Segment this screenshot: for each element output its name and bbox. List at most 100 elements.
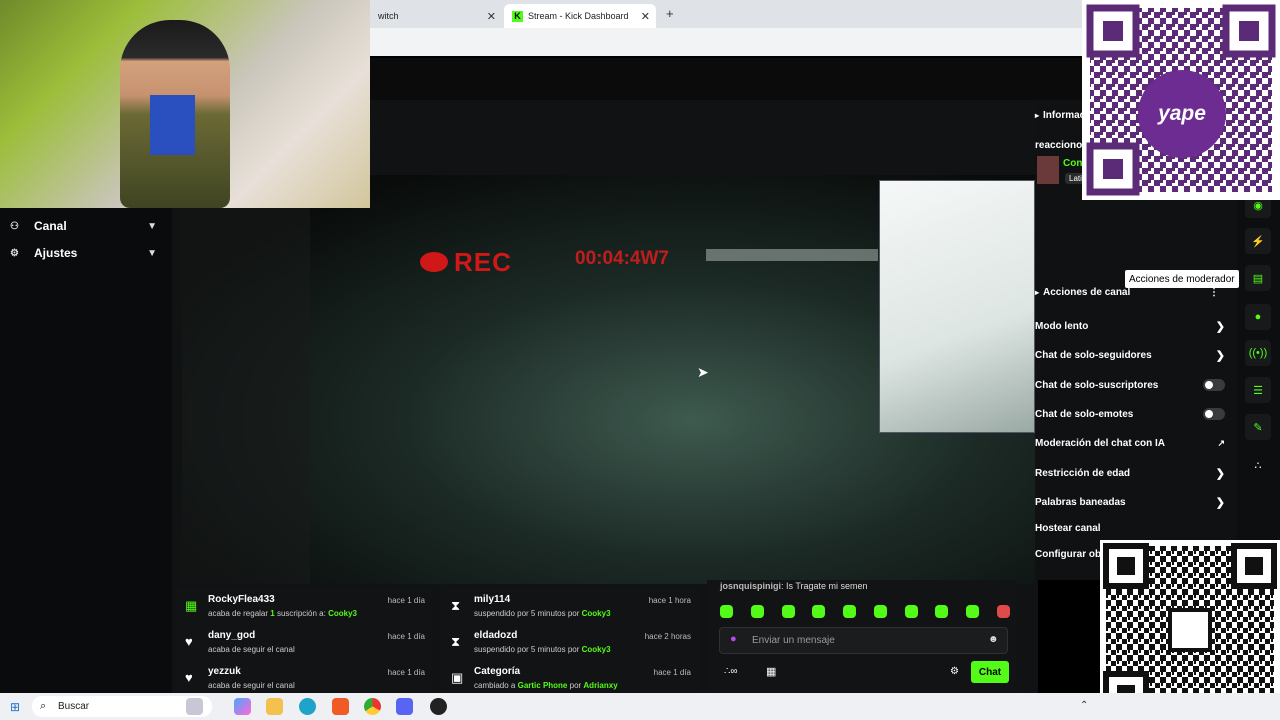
feed-item[interactable]: ♥ dany_god hace 1 día acaba de seguir el… bbox=[175, 628, 433, 662]
video-window-light bbox=[879, 180, 1035, 433]
chat-send-button[interactable]: Chat bbox=[971, 661, 1009, 683]
gift-icon[interactable]: ▦ bbox=[766, 665, 776, 678]
emote-icon[interactable] bbox=[996, 605, 1010, 618]
obs-icon[interactable] bbox=[430, 698, 447, 715]
chevron-right-icon: ❯ bbox=[1215, 496, 1225, 509]
plus-icon[interactable]: + bbox=[666, 6, 674, 21]
category-text: Con bbox=[1063, 157, 1083, 169]
browser-tabstrip: witch ✕ K Stream - Kick Dashboard ✕ + bbox=[370, 0, 1082, 28]
action-followers-only[interactable]: Chat de solo-seguidores ❯ bbox=[1035, 348, 1235, 362]
gear-icon: ⚙ bbox=[10, 247, 19, 259]
close-tab-icon[interactable]: ✕ bbox=[641, 10, 650, 23]
category-thumbnail bbox=[1037, 156, 1059, 184]
feed-user: yezzuk bbox=[208, 666, 241, 677]
feed-text: suspendido por 5 minutos por Cooky3 bbox=[474, 609, 611, 618]
action-age-restriction[interactable]: Restricción de edad ❯ bbox=[1035, 466, 1235, 480]
action-label: Chat de solo-seguidores bbox=[1035, 349, 1152, 361]
emote-icon[interactable] bbox=[812, 605, 826, 618]
edge-icon[interactable] bbox=[299, 698, 316, 715]
feed-user: dany_god bbox=[208, 630, 256, 641]
pin-icon: ▸ bbox=[1035, 110, 1040, 120]
tray-chevron-icon[interactable]: ⌃ bbox=[1080, 700, 1088, 711]
yape-logo: yape bbox=[1138, 70, 1226, 158]
feed-text: acaba de seguir el canal bbox=[208, 645, 295, 654]
emote-icon[interactable] bbox=[873, 605, 887, 618]
nav-item-canal[interactable]: ⚇ Canal ▼ bbox=[10, 214, 165, 238]
emote-icon[interactable] bbox=[781, 605, 795, 618]
feed-user: eldadozd bbox=[474, 630, 518, 641]
feed-text: acaba de seguir el canal bbox=[208, 681, 295, 690]
feed-item[interactable]: ⧗ mily114 hace 1 hora suspendido por 5 m… bbox=[441, 592, 699, 626]
lightning-icon[interactable]: ⚡ bbox=[1245, 228, 1271, 254]
chrome-icon[interactable] bbox=[364, 698, 381, 715]
taskbar-app-icon[interactable] bbox=[186, 698, 203, 715]
gift-icon: ▦ bbox=[185, 598, 198, 613]
emote-icon[interactable] bbox=[935, 605, 949, 618]
action-label: Palabras baneadas bbox=[1035, 496, 1126, 508]
chat-username[interactable]: josnquispinigi bbox=[720, 581, 781, 591]
address-bar[interactable] bbox=[370, 28, 1082, 56]
chevron-right-icon: ❯ bbox=[1215, 467, 1225, 480]
chevron-right-icon: ❯ bbox=[1215, 349, 1225, 362]
brave-icon[interactable] bbox=[332, 698, 349, 715]
wrench-icon[interactable]: ✎ bbox=[1245, 414, 1271, 440]
action-slow-mode[interactable]: Modo lento ❯ bbox=[1035, 319, 1235, 333]
feed-time: hace 1 día bbox=[387, 668, 425, 677]
layout-icon[interactable]: ☰ bbox=[1245, 377, 1271, 403]
feed-time: hace 1 día bbox=[387, 632, 425, 641]
action-emotes-only: Chat de solo-emotes bbox=[1035, 407, 1235, 421]
file-explorer-icon[interactable] bbox=[266, 698, 283, 715]
moderation-feed: ⧗ mily114 hace 1 hora suspendido por 5 m… bbox=[441, 588, 699, 693]
actions-header-label: Acciones de canal bbox=[1043, 286, 1131, 298]
gear-icon[interactable]: ⚙ bbox=[950, 666, 959, 677]
copilot-icon[interactable] bbox=[234, 698, 251, 715]
activity-feed: ▦ RockyFlea433 hace 1 día acaba de regal… bbox=[175, 588, 433, 693]
feed-item[interactable]: ▦ RockyFlea433 hace 1 día acaba de regal… bbox=[175, 592, 433, 626]
action-ai-moderation[interactable]: Moderación del chat con IA ↗ bbox=[1035, 436, 1235, 450]
broadcast-icon[interactable]: ((•)) bbox=[1245, 340, 1271, 366]
discord-icon[interactable] bbox=[396, 698, 413, 715]
microphone-icon[interactable]: ● bbox=[730, 633, 737, 645]
feed-user: Categoría bbox=[474, 666, 521, 677]
action-label: Restricción de edad bbox=[1035, 467, 1131, 479]
note-icon[interactable]: ▤ bbox=[1245, 265, 1271, 291]
rec-label: REC bbox=[454, 247, 512, 277]
moderator-actions-tooltip: Acciones de moderador bbox=[1125, 270, 1239, 288]
browser-tab-kick-dashboard[interactable]: K Stream - Kick Dashboard ✕ bbox=[504, 4, 656, 28]
chevron-right-icon: ❯ bbox=[1215, 320, 1225, 333]
emote-icon[interactable] bbox=[904, 605, 918, 618]
emotes-only-toggle[interactable] bbox=[1203, 408, 1225, 420]
action-host-channel[interactable]: Hostear canal bbox=[1035, 521, 1235, 535]
feed-time: hace 1 día bbox=[653, 668, 691, 677]
more-options-icon[interactable]: ⋮ bbox=[1209, 287, 1219, 298]
tab-label: Stream - Kick Dashboard bbox=[528, 11, 629, 21]
search-icon: ⌕ bbox=[40, 700, 47, 712]
action-banned-words[interactable]: Palabras baneadas ❯ bbox=[1035, 495, 1235, 509]
emote-icon[interactable] bbox=[750, 605, 764, 618]
points-icon[interactable]: ∴∞ bbox=[724, 666, 738, 677]
hourglass-icon: ⧗ bbox=[451, 634, 461, 649]
action-label: Chat de solo-emotes bbox=[1035, 408, 1134, 420]
chat-input[interactable]: Enviar un mensaje bbox=[719, 627, 1008, 654]
chat-icon[interactable]: ● bbox=[1245, 304, 1271, 330]
emote-icon[interactable] bbox=[720, 605, 733, 618]
dots-icon[interactable]: ∴ bbox=[1245, 452, 1271, 478]
rec-dot-icon bbox=[420, 252, 448, 272]
info-header-label: Informac bbox=[1043, 109, 1086, 121]
rec-timecode: 00:04:4W7 bbox=[575, 248, 669, 269]
close-tab-icon[interactable]: ✕ bbox=[487, 10, 496, 23]
emoji-icon[interactable]: ☻ bbox=[988, 634, 999, 645]
subscribers-only-toggle[interactable] bbox=[1203, 379, 1225, 391]
windows-start-icon[interactable]: ⊞ bbox=[10, 700, 20, 714]
feed-time: hace 1 hora bbox=[648, 596, 691, 605]
webcam-shirt bbox=[150, 95, 195, 155]
feed-item[interactable]: ⧗ eldadozd hace 2 horas suspendido por 5… bbox=[441, 628, 699, 662]
emote-icon[interactable] bbox=[843, 605, 857, 618]
action-label: Configurar obje bbox=[1035, 548, 1110, 560]
external-link-icon: ↗ bbox=[1217, 437, 1225, 448]
action-label: Modo lento bbox=[1035, 320, 1089, 332]
browser-tab-twitch[interactable]: witch ✕ bbox=[370, 4, 502, 28]
taskbar-search[interactable]: ⌕ Buscar bbox=[32, 696, 212, 717]
emote-icon[interactable] bbox=[966, 605, 980, 618]
nav-item-ajustes[interactable]: ⚙ Ajustes ▼ bbox=[10, 241, 165, 265]
